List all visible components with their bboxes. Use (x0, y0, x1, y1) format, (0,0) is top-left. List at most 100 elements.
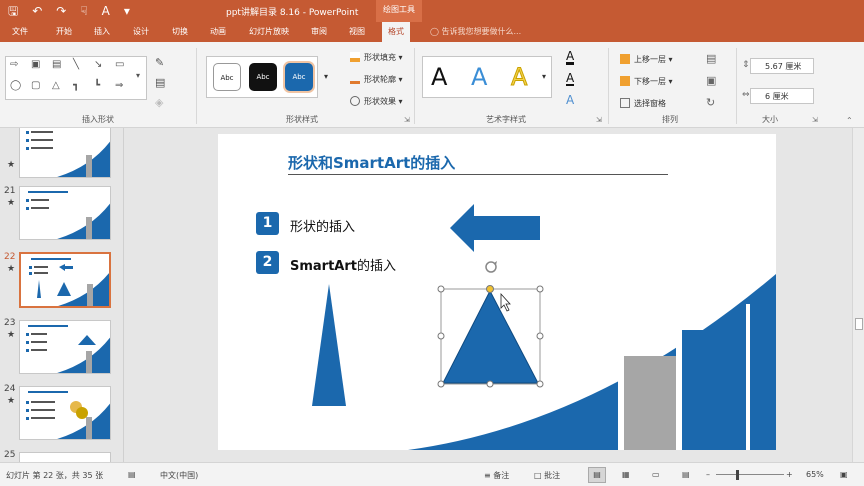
touch-mode-icon[interactable]: ☟ (80, 3, 87, 19)
redo-icon[interactable]: ↷ (56, 3, 66, 19)
shape-rectangle-icon[interactable]: ▭ (115, 59, 124, 70)
style-black-button[interactable]: Abc (249, 63, 277, 91)
item-number-badge: 1 (256, 212, 279, 235)
zoom-slider[interactable] (716, 474, 784, 475)
bring-forward-label: 上移一层 (634, 55, 666, 64)
customize-qat-icon[interactable]: ▾ (124, 3, 130, 19)
spellcheck-icon[interactable]: ▤ (128, 470, 136, 479)
slide-thumbnail-20[interactable] (19, 128, 111, 178)
tab-slideshow[interactable]: 幻灯片放映 (249, 26, 289, 37)
wordart-black[interactable]: A (431, 63, 447, 91)
selection-box (440, 288, 541, 385)
tab-format[interactable]: 格式 (382, 22, 410, 42)
shape-right-arrow-icon[interactable]: ⇒ (115, 80, 123, 91)
reading-view-icon[interactable]: ▭ (652, 470, 660, 479)
shape-rounded-rect-icon[interactable]: ▢ (31, 80, 40, 91)
shape-textbox-vertical-icon[interactable]: ▤ (52, 59, 61, 70)
tab-animations[interactable]: 动画 (210, 26, 226, 37)
tab-file[interactable]: 文件 (12, 26, 28, 37)
ribbon-tabs: 文件 开始 插入 设计 切换 动画 幻灯片放映 审阅 视图 格式 ◯ 告诉我您想… (0, 22, 864, 42)
wordart-blue[interactable]: A (471, 63, 487, 91)
slide-title[interactable]: 形状和SmartArt的插入 (288, 152, 455, 173)
rotate-icon[interactable]: ↻ (706, 96, 715, 109)
bring-forward-button[interactable]: 上移一层 ▾ (620, 54, 673, 65)
group-label-wordart: 艺术字样式 (486, 115, 526, 124)
text-outline-icon[interactable]: A (566, 72, 575, 86)
text-effects-icon[interactable]: A (566, 94, 574, 106)
slideshow-view-icon[interactable]: ▤ (682, 470, 690, 479)
styles-more-icon[interactable]: ▾ (324, 72, 328, 81)
style-white-button[interactable]: Abc (213, 63, 241, 91)
shape-styles-gallery[interactable]: Abc Abc Abc (206, 56, 318, 98)
comment-icon: □ (534, 471, 545, 480)
text-box-icon[interactable]: ▤ (155, 76, 165, 89)
group-icon[interactable]: ▣ (706, 74, 716, 87)
save-icon[interactable]: 🖫 (8, 3, 18, 19)
shape-triangle-icon[interactable]: △ (52, 80, 60, 91)
tab-home[interactable]: 开始 (56, 26, 72, 37)
send-backward-label: 下移一层 (634, 77, 666, 86)
tab-insert[interactable]: 插入 (94, 26, 110, 37)
zoom-slider-thumb[interactable] (736, 470, 739, 480)
collapse-ribbon-icon[interactable]: ⌃ (846, 116, 853, 125)
shape-width-field[interactable]: 6 厘米 (750, 88, 814, 104)
slide-thumbnail-25[interactable] (19, 452, 111, 462)
shape-arrow-line-icon[interactable]: ↘ (94, 59, 102, 70)
shape-elbow-icon[interactable]: ┗ (94, 80, 100, 91)
item-text-smartart[interactable]: SmartArt的插入 (290, 255, 396, 274)
thumbnail-art (26, 325, 110, 373)
comments-button[interactable]: □ 批注 (534, 470, 560, 481)
shape-textbox-icon[interactable]: ▣ (31, 59, 40, 70)
wordart-gallery[interactable]: A A A (422, 56, 552, 98)
shape-fill-button[interactable]: 形状填充 ▾ (350, 52, 403, 63)
slide-number-21: 21 (4, 186, 16, 196)
tell-me-search[interactable]: ◯ 告诉我您想要做什么... (430, 26, 521, 37)
slide-thumbnail-23[interactable] (19, 320, 111, 374)
slide-sorter-icon[interactable]: ▦ (622, 470, 630, 479)
align-icon[interactable]: ▤ (706, 52, 716, 65)
wordart-gold[interactable]: A (510, 63, 527, 92)
fit-to-window-icon[interactable]: ▣ (840, 470, 848, 479)
font-color-icon[interactable]: A (102, 3, 110, 19)
dialog-launcher-icon[interactable]: ⇲ (596, 116, 602, 124)
slide-thumbnail-24[interactable] (19, 386, 111, 440)
language-indicator[interactable]: 中文(中国) (160, 470, 198, 481)
gallery-more-icon[interactable]: ▾ (136, 71, 140, 80)
dialog-launcher-icon[interactable]: ⇲ (812, 116, 818, 124)
undo-icon[interactable]: ↶ (32, 3, 42, 19)
wordart-more-icon[interactable]: ▾ (542, 72, 546, 81)
selection-pane-button[interactable]: 选择窗格 (620, 98, 666, 109)
chevron-down-icon: ▾ (398, 53, 403, 62)
slide-graphics (312, 204, 776, 450)
vertical-scrollbar[interactable] (852, 128, 864, 462)
tab-transitions[interactable]: 切换 (172, 26, 188, 37)
item-text-shapes[interactable]: 形状的插入 (290, 216, 355, 235)
shape-arrow-pentagon-icon[interactable]: ⇨ (10, 59, 18, 70)
slide[interactable]: 形状和SmartArt的插入 1 形状的插入 2 SmartArt的插入 (218, 134, 776, 450)
shape-height-field[interactable]: 5.67 厘米 (750, 58, 814, 74)
shape-outline-button[interactable]: 形状轮廓 ▾ (350, 74, 403, 85)
slide-thumbnail-22[interactable] (19, 252, 111, 308)
shape-effects-label: 形状效果 (364, 97, 396, 106)
zoom-out-button[interactable]: – (706, 470, 710, 479)
dialog-launcher-icon[interactable]: ⇲ (404, 116, 410, 124)
tab-design[interactable]: 设计 (133, 26, 149, 37)
style-blue-button[interactable]: Abc (285, 63, 313, 91)
slide-thumbnail-21[interactable] (19, 186, 111, 240)
shape-line-icon[interactable]: ╲ (73, 59, 79, 70)
edit-shape-icon[interactable]: ✎ (155, 56, 164, 69)
zoom-in-button[interactable]: + (786, 470, 793, 479)
shapes-gallery[interactable]: ⇨ ▣ ▤ ╲ ↘ ▭ ◯ ▢ △ ┓ ┗ ⇒ ▾ (5, 56, 147, 100)
notes-button[interactable]: ≡ 备注 (484, 470, 509, 481)
text-fill-icon[interactable]: A (566, 50, 575, 65)
send-backward-button[interactable]: 下移一层 ▾ (620, 76, 673, 87)
shape-oval-icon[interactable]: ◯ (10, 80, 21, 91)
shape-l-shape-icon[interactable]: ┓ (73, 80, 79, 91)
shape-effects-button[interactable]: 形状效果 ▾ (350, 96, 403, 107)
tab-view[interactable]: 视图 (349, 26, 365, 37)
zoom-level[interactable]: 65% (806, 470, 824, 479)
scrollbar-thumb[interactable] (855, 318, 863, 330)
tab-review[interactable]: 审阅 (311, 26, 327, 37)
merge-shapes-icon[interactable]: ◈ (155, 96, 163, 109)
normal-view-icon[interactable]: ▤ (588, 467, 606, 483)
